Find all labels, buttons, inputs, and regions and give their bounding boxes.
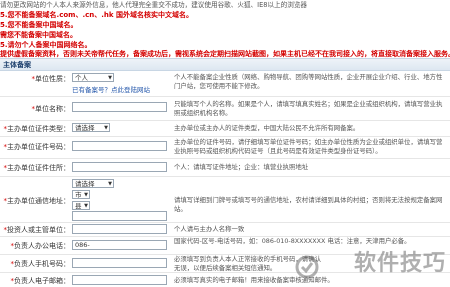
form-row-cert-no: *主办单位证件号码： 主办单位的证件号码，请仔细填写单位证件号码；如主办单位性质… [0, 136, 450, 159]
province-select[interactable]: 请选择 ▼ [72, 179, 114, 188]
notice-line: 5.您不能备案中国域名。 [0, 21, 78, 29]
chevron-down-icon: ▼ [108, 75, 112, 81]
cert-no-hint: 主办单位的证件号码，请仔细填写单位证件号码；如主办单位性质为企业或组织单位，请填… [174, 138, 443, 155]
watermark-logo-icon [295, 255, 319, 279]
chevron-down-icon: ▼ [84, 203, 88, 209]
chevron-down-icon: ▼ [84, 192, 88, 198]
section-title: 主体备案 [3, 61, 31, 69]
cert-type-hint: 主办单位或主办人的证件类型，中国大陆公民不允许所有网备案。 [174, 124, 360, 132]
notice-line: 请勿更改网站的个人本人来源外信息，他人代理完全重交不成功，建议使用谷歌、火狐、I… [0, 1, 308, 9]
unit-name-label: *单位名称： [31, 105, 71, 113]
unit-nature-label: *单位性质： [31, 75, 71, 83]
mobile-input[interactable] [72, 258, 167, 268]
cert-addr-hint: 个人：请填写证件地址；企业：填营业执照地址 [174, 163, 309, 171]
notice-line: 需您不能备案中国域名。 [0, 31, 77, 39]
form-row-investor: *投资人或主管单位： 个人请与主办人名称一致 [0, 222, 450, 237]
district-select[interactable]: 县 ▼ [72, 201, 90, 210]
investor-hint: 个人请与主办人名称一致 [174, 225, 245, 233]
notice-panel: 请勿更改网站的个人本人来源外信息，他人代理完全重交不成功，建议使用谷歌、火狐、I… [0, 0, 450, 64]
login-link[interactable]: 已有备案号？点此登陆网站 [72, 84, 150, 94]
form-row-cert-type: *主办单位证件类型： 请选择 ▼ 主办单位或主办人的证件类型，中国大陆公民不允许所… [0, 120, 450, 137]
unit-name-input[interactable] [72, 102, 167, 112]
investor-input[interactable] [72, 224, 167, 234]
form-row-cert-addr: *主办单位证件住所： 个人：请填写证件地址；企业：填营业执照地址 [0, 158, 450, 177]
form-row-comm-addr: *主办单位通信地址： 请选择 ▼ 市 ▼ 县 ▼ 请填写详细到门牌号或填写号的通信地址… [0, 176, 450, 223]
email-label: *负责人电子邮箱： [10, 277, 71, 285]
form-row-unit-name: *单位名称： 只能填写个人的名称。如果是个人，请填写填真实姓名；如果是企业或组织… [0, 96, 450, 121]
notice-line: 5.您不能备案域名.com、.cn、.hk 国外域名核实中文域名。 [0, 11, 193, 19]
comm-addr-label: *主办单位通信地址： [3, 197, 71, 205]
chevron-down-icon: ▼ [104, 125, 108, 131]
watermark-text: 软件技巧 [353, 251, 446, 276]
cert-type-select[interactable]: 请选择 ▼ [72, 123, 110, 132]
chevron-down-icon: ▼ [108, 181, 112, 187]
unit-nature-select[interactable]: 个人 ▼ [72, 73, 114, 82]
unit-nature-hint: 个人不能备案企业性质（网络、购物导航、团购等网站性质，企业开展企业介绍、行业、地… [174, 73, 443, 90]
office-phone-label: *负责人办公电话： [10, 242, 71, 250]
email-input[interactable] [72, 275, 167, 285]
mobile-label: *负责人手机号码： [10, 260, 71, 268]
office-phone-input[interactable]: 086- [72, 240, 167, 250]
city-select[interactable]: 市 ▼ [72, 190, 90, 199]
cert-no-label: *主办单位证件号码： [3, 143, 71, 151]
cert-addr-input[interactable] [72, 162, 167, 172]
comm-addr-hint: 请填写详细到门牌号或填写号的通信地址，农村请详细到具体的村组；否则将无法按规定备… [174, 196, 443, 213]
unit-name-hint: 只能填写个人的名称。如果是个人，请填写填真实姓名；如果是企业或组织机构，请填写营… [174, 100, 443, 117]
notice-line: 5.请勿个人备案中国网络名。 [0, 41, 92, 49]
form-row-unit-nature: *单位性质： 个人 ▼ 已有备案号？点此登陆网站 个人不能备案企业性质（网络、购物… [0, 70, 450, 97]
comm-addr-input[interactable] [72, 211, 167, 221]
cert-addr-label: *主办单位证件住所： [3, 164, 71, 172]
cert-no-input[interactable] [72, 141, 167, 151]
cert-type-label: *主办单位证件类型： [3, 125, 71, 133]
investor-label: *投资人或主管单位： [3, 226, 71, 234]
